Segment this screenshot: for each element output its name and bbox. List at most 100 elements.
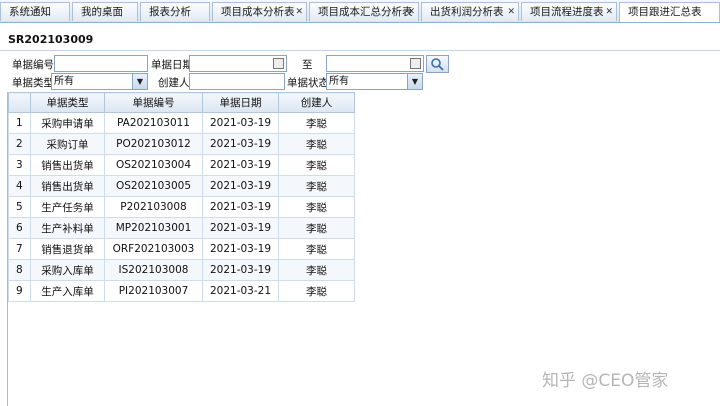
tab-report-analysis[interactable]: 报表分析: [140, 2, 210, 21]
tab-label: 系统通知: [9, 6, 51, 18]
table-row[interactable]: 6 生产补料单 MP202103001 2021-03-19 李聪: [8, 217, 355, 239]
table-cell: OS202103004: [104, 154, 203, 176]
table-cell: 2021-03-19: [202, 175, 279, 197]
tab-label: 项目成本分析表: [221, 6, 295, 18]
chevron-down-icon[interactable]: ▼: [132, 74, 147, 89]
table-row[interactable]: 9 生产入库单 PI202103007 2021-03-21 李聪: [8, 280, 355, 302]
table-cell: 销售出货单: [30, 154, 105, 176]
table-cell: PO202103012: [104, 133, 203, 155]
row-number: 3: [8, 154, 31, 176]
creator-label: 创建人:: [158, 77, 194, 89]
table-cell: 采购申请单: [30, 112, 105, 134]
table-cell: 2021-03-19: [202, 217, 279, 239]
row-number: 2: [8, 133, 31, 155]
to-label: 至: [302, 59, 313, 71]
table-cell: 销售退货单: [30, 238, 105, 260]
search-icon: [431, 58, 444, 71]
table-cell: PI202103007: [104, 280, 203, 302]
doc-no-label: 单据编号:: [12, 59, 58, 71]
table-cell: 采购入库单: [30, 259, 105, 281]
creator-input[interactable]: [189, 73, 285, 90]
table-cell: 李聪: [278, 196, 355, 218]
table-cell: 生产入库单: [30, 280, 105, 302]
table-cell: 李聪: [278, 280, 355, 302]
table-row[interactable]: 4 销售出货单 OS202103005 2021-03-19 李聪: [8, 175, 355, 197]
table-cell: 李聪: [278, 175, 355, 197]
table-cell: 2021-03-19: [202, 196, 279, 218]
tab-label: 项目流程进度表: [530, 6, 604, 18]
table-row[interactable]: 2 采购订单 PO202103012 2021-03-19 李聪: [8, 133, 355, 155]
grid-body: 1 采购申请单 PA202103011 2021-03-19 李聪 2 采购订单 PO2021…: [8, 112, 355, 302]
row-number: 5: [8, 196, 31, 218]
tab-label: 出货利润分析表: [430, 6, 504, 18]
tab-system-notice[interactable]: 系统通知: [0, 2, 70, 21]
table-cell: 销售出货单: [30, 175, 105, 197]
search-button[interactable]: [426, 55, 449, 73]
close-icon[interactable]: ✕: [295, 3, 303, 21]
tab-project-cost-analysis[interactable]: 项目成本分析表 ✕: [212, 2, 307, 21]
table-cell: 2021-03-19: [202, 154, 279, 176]
table-cell: 李聪: [278, 238, 355, 260]
table-row[interactable]: 5 生产任务单 P202103008 2021-03-19 李聪: [8, 196, 355, 218]
table-cell: 李聪: [278, 154, 355, 176]
table-row[interactable]: 3 销售出货单 OS202103004 2021-03-19 李聪: [8, 154, 355, 176]
divider: [0, 50, 720, 51]
table-cell: 2021-03-19: [202, 259, 279, 281]
chevron-down-icon[interactable]: ▼: [407, 74, 422, 89]
data-grid: 单据类型 单据编号 单据日期 创建人 1 采购申请单 PA202103011 2021…: [8, 92, 355, 302]
table-cell: OS202103005: [104, 175, 203, 197]
close-icon[interactable]: ✕: [407, 3, 415, 21]
status-select-value: 所有: [329, 76, 349, 87]
tab-project-flow-progress[interactable]: 项目流程进度表 ✕: [521, 2, 617, 21]
tab-shipment-profit-analysis[interactable]: 出货利润分析表 ✕: [421, 2, 519, 21]
tab-label: 项目跟进汇总表: [628, 6, 702, 18]
table-cell: 2021-03-21: [202, 280, 279, 302]
row-number: 6: [8, 217, 31, 239]
close-icon[interactable]: ✕: [605, 3, 613, 21]
tab-project-cost-summary[interactable]: 项目成本汇总分析表 ✕: [309, 2, 419, 21]
watermark: 知乎 @CEO管家: [542, 371, 669, 391]
table-row[interactable]: 1 采购申请单 PA202103011 2021-03-19 李聪: [8, 112, 355, 134]
table-row[interactable]: 8 采购入库单 IS202103008 2021-03-19 李聪: [8, 259, 355, 281]
close-icon[interactable]: ✕: [507, 3, 515, 21]
column-header-creator[interactable]: 创建人: [278, 92, 355, 113]
row-number: 9: [8, 280, 31, 302]
type-select[interactable]: 所有 ▼: [51, 73, 148, 90]
row-number: 8: [8, 259, 31, 281]
table-cell: MP202103001: [104, 217, 203, 239]
tab-label: 项目成本汇总分析表: [318, 6, 413, 18]
calendar-icon[interactable]: [273, 58, 284, 69]
grid-header-row: 单据类型 单据编号 单据日期 创建人: [8, 92, 355, 113]
table-cell: 2021-03-19: [202, 238, 279, 260]
type-select-value: 所有: [54, 76, 74, 87]
date-from-input[interactable]: [189, 55, 287, 72]
tab-label: 我的桌面: [81, 6, 123, 18]
calendar-icon[interactable]: [410, 58, 421, 69]
table-cell: 李聪: [278, 217, 355, 239]
row-number: 1: [8, 112, 31, 134]
doc-no-input[interactable]: [54, 55, 148, 72]
row-number: 4: [8, 175, 31, 197]
table-cell: 李聪: [278, 112, 355, 134]
status-select[interactable]: 所有 ▼: [326, 73, 423, 90]
page-title: SR202103009: [8, 33, 94, 46]
date-to-input[interactable]: [326, 55, 424, 72]
column-header-doc-type[interactable]: 单据类型: [30, 92, 105, 113]
row-number: 7: [8, 238, 31, 260]
table-cell: 李聪: [278, 133, 355, 155]
tab-my-desktop[interactable]: 我的桌面: [72, 2, 138, 21]
column-header-index: [8, 92, 31, 113]
table-cell: 李聪: [278, 259, 355, 281]
table-cell: PA202103011: [104, 112, 203, 134]
tab-project-followup-summary[interactable]: 项目跟进汇总表: [619, 2, 720, 22]
table-cell: IS202103008: [104, 259, 203, 281]
table-cell: 生产补料单: [30, 217, 105, 239]
table-cell: ORF202103003: [104, 238, 203, 260]
table-row[interactable]: 7 销售退货单 ORF202103003 2021-03-19 李聪: [8, 238, 355, 260]
tab-bar: 系统通知 我的桌面 报表分析 项目成本分析表 ✕ 项目成本汇总分析表 ✕ 出货利润分…: [0, 0, 720, 23]
column-header-doc-date[interactable]: 单据日期: [202, 92, 279, 113]
column-header-doc-no[interactable]: 单据编号: [104, 92, 203, 113]
table-cell: 2021-03-19: [202, 133, 279, 155]
table-cell: 采购订单: [30, 133, 105, 155]
tab-label: 报表分析: [149, 6, 191, 18]
